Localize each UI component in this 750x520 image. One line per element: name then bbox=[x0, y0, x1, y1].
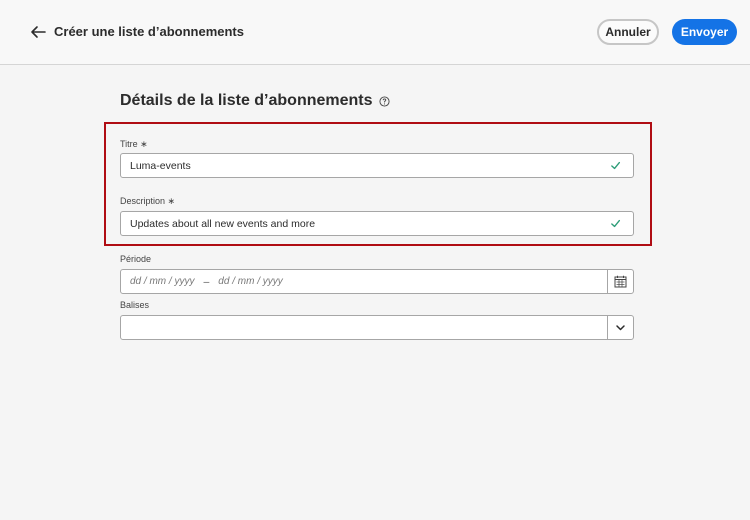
cancel-button[interactable]: Annuler bbox=[597, 19, 659, 45]
tags-select[interactable] bbox=[120, 315, 634, 340]
title-label: Titre ∗ bbox=[120, 139, 148, 149]
end-date-placeholder: dd / mm / yyyy bbox=[218, 276, 283, 287]
title-input[interactable]: Luma-events bbox=[120, 153, 634, 178]
tags-dropdown-button[interactable] bbox=[607, 316, 633, 339]
period-input[interactable]: dd / mm / yyyy – dd / mm / yyyy bbox=[120, 269, 634, 294]
page-title: Créer une liste d’abonnements bbox=[54, 24, 244, 39]
section-title: Détails de la liste d’abonnements bbox=[120, 92, 390, 110]
calendar-button[interactable] bbox=[607, 270, 633, 293]
date-separator: – bbox=[203, 275, 210, 288]
start-date-placeholder: dd / mm / yyyy bbox=[130, 276, 195, 287]
section-title-text: Détails de la liste d’abonnements bbox=[120, 92, 373, 109]
checkmark-icon bbox=[611, 161, 621, 170]
title-value: Luma-events bbox=[130, 159, 191, 172]
arrow-left-icon[interactable] bbox=[28, 22, 48, 42]
description-input[interactable]: Updates about all new events and more bbox=[120, 211, 634, 236]
checkmark-icon bbox=[611, 219, 621, 228]
chevron-down-icon bbox=[616, 325, 625, 331]
description-value: Updates about all new events and more bbox=[130, 217, 316, 230]
description-label: Description ∗ bbox=[120, 196, 176, 206]
help-icon[interactable] bbox=[378, 95, 390, 107]
submit-button[interactable]: Envoyer bbox=[672, 19, 737, 45]
tags-label: Balises bbox=[120, 300, 150, 310]
period-label: Période bbox=[120, 254, 152, 264]
top-bar: Créer une liste d’abonnements Annuler En… bbox=[0, 0, 750, 65]
calendar-icon bbox=[614, 275, 627, 288]
